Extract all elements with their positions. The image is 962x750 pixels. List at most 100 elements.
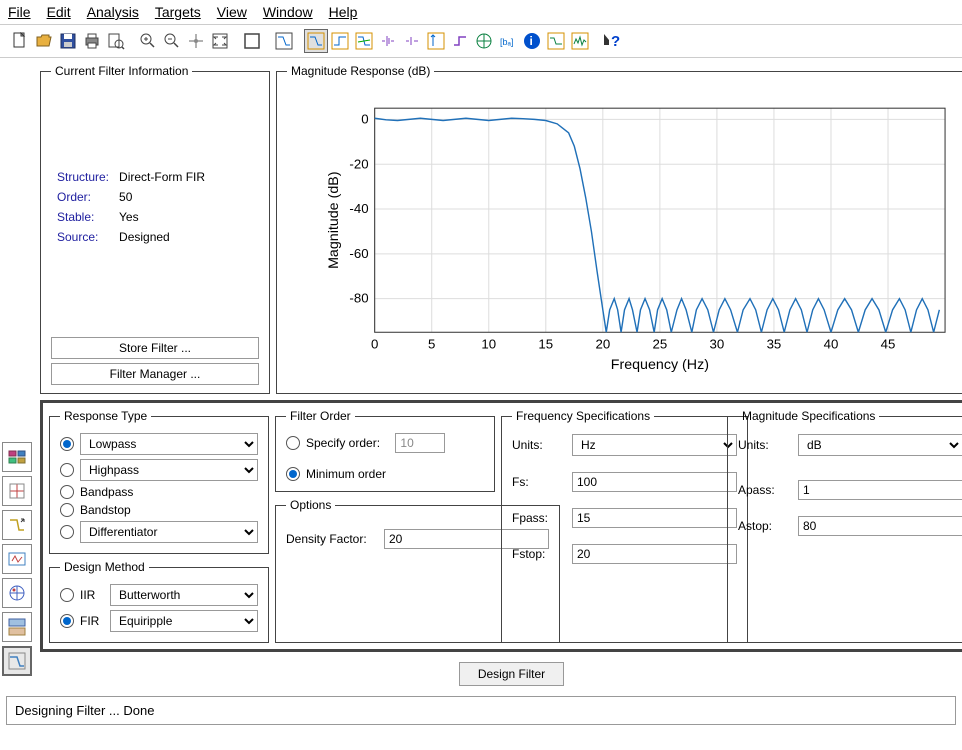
apass-input[interactable] (798, 480, 962, 500)
context-help-icon[interactable]: ? (600, 29, 624, 53)
mag-response-icon[interactable] (304, 29, 328, 53)
differentiator-radio[interactable] (60, 525, 74, 539)
mag-est-icon[interactable] (544, 29, 568, 53)
zoom-in-icon[interactable] (136, 29, 160, 53)
minimum-order-label: Minimum order (306, 467, 386, 481)
side-2-icon[interactable] (2, 476, 32, 506)
svg-text:-60: -60 (349, 246, 368, 261)
lowpass-radio[interactable] (60, 437, 74, 451)
svg-text:Frequency (Hz): Frequency (Hz) (611, 357, 709, 373)
menu-edit[interactable]: Edit (47, 4, 71, 20)
menu-window[interactable]: Window (263, 4, 313, 20)
highpass-select[interactable]: Highpass (80, 459, 258, 481)
specify-order-input (395, 433, 445, 453)
mag-units-select[interactable]: dB (798, 434, 962, 456)
filter-manager-button[interactable]: Filter Manager ... (51, 363, 259, 385)
order-value: 50 (115, 188, 209, 206)
fir-select[interactable]: Equiripple (110, 610, 258, 632)
pole-zero-icon[interactable] (472, 29, 496, 53)
specify-order-label: Specify order: (306, 436, 380, 450)
side-4-icon[interactable] (2, 544, 32, 574)
menu-analysis[interactable]: Analysis (87, 4, 139, 20)
coeffs-icon[interactable]: [bₐ] (496, 29, 520, 53)
fs-label: Fs: (512, 475, 564, 489)
pan-icon[interactable] (184, 29, 208, 53)
status-bar: Designing Filter ... Done (6, 696, 956, 725)
response-type-title: Response Type (60, 409, 151, 423)
filter-spec-icon[interactable] (272, 29, 296, 53)
iir-select[interactable]: Butterworth (110, 584, 258, 606)
svg-text:[bₐ]: [bₐ] (500, 37, 513, 47)
magnitude-chart: 0510152025303540450-20-40-60-80Frequency… (307, 98, 962, 373)
menu-file[interactable]: File (8, 4, 31, 20)
save-icon[interactable] (56, 29, 80, 53)
group-delay-icon[interactable] (376, 29, 400, 53)
phase-response-icon[interactable] (328, 29, 352, 53)
svg-text:-20: -20 (349, 156, 368, 171)
mag-spec-title: Magnitude Specifications (738, 409, 879, 423)
toolbar: [bₐ] i ? (0, 25, 962, 58)
side-5-icon[interactable] (2, 578, 32, 608)
freq-units-select[interactable]: Hz (572, 434, 737, 456)
bandpass-radio[interactable] (60, 485, 74, 499)
fir-radio[interactable] (60, 614, 74, 628)
source-value: Designed (115, 228, 209, 246)
fs-input[interactable] (572, 472, 737, 492)
menu-targets[interactable]: Targets (155, 4, 201, 20)
svg-text:0: 0 (361, 111, 368, 126)
svg-text:15: 15 (538, 337, 553, 352)
fir-label: FIR (80, 614, 104, 628)
phase-delay-icon[interactable] (400, 29, 424, 53)
print-icon[interactable] (80, 29, 104, 53)
svg-text:40: 40 (824, 337, 839, 352)
filter-order-panel: Filter Order Specify order: Minimum orde… (275, 409, 495, 492)
stable-value: Yes (115, 208, 209, 226)
svg-text:45: 45 (881, 337, 896, 352)
menu-bar: File Edit Analysis Targets View Window H… (0, 0, 962, 25)
zoom-out-icon[interactable] (160, 29, 184, 53)
specify-order-radio[interactable] (286, 436, 300, 450)
full-view-icon[interactable] (240, 29, 264, 53)
menu-help[interactable]: Help (329, 4, 358, 20)
svg-text:30: 30 (710, 337, 725, 352)
fpass-input[interactable] (572, 508, 737, 528)
design-grid: Response Type Lowpass Highpass Bandpass … (40, 400, 962, 652)
mag-phase-icon[interactable] (352, 29, 376, 53)
side-7-icon[interactable] (2, 646, 32, 676)
filter-order-title: Filter Order (286, 409, 355, 423)
noise-icon[interactable] (568, 29, 592, 53)
lowpass-select[interactable]: Lowpass (80, 433, 258, 455)
mag-panel-title: Magnitude Response (dB) (287, 64, 434, 78)
new-icon[interactable] (8, 29, 32, 53)
side-3-icon[interactable] (2, 510, 32, 540)
iir-label: IIR (80, 588, 104, 602)
minimum-order-radio[interactable] (286, 467, 300, 481)
svg-text:i: i (530, 34, 533, 48)
astop-input[interactable] (798, 516, 962, 536)
side-6-icon[interactable] (2, 612, 32, 642)
filter-info-panel: Current Filter Information Structure:Dir… (40, 64, 270, 394)
fit-icon[interactable] (208, 29, 232, 53)
impulse-icon[interactable] (424, 29, 448, 53)
bandpass-label: Bandpass (80, 485, 133, 499)
iir-radio[interactable] (60, 588, 74, 602)
info-icon[interactable]: i (520, 29, 544, 53)
mag-units-label: Units: (738, 438, 790, 452)
highpass-radio[interactable] (60, 463, 74, 477)
print-preview-icon[interactable] (104, 29, 128, 53)
bandstop-radio[interactable] (60, 503, 74, 517)
differentiator-select[interactable]: Differentiator (80, 521, 258, 543)
step-icon[interactable] (448, 29, 472, 53)
store-filter-button[interactable]: Store Filter ... (51, 337, 259, 359)
svg-text:5: 5 (428, 337, 435, 352)
open-icon[interactable] (32, 29, 56, 53)
freq-spec-panel: Frequency Specifications Units:Hz Fs: Fp… (501, 409, 748, 643)
side-1-icon[interactable] (2, 442, 32, 472)
fpass-label: Fpass: (512, 511, 564, 525)
menu-view[interactable]: View (217, 4, 247, 20)
svg-text:35: 35 (767, 337, 782, 352)
fstop-input[interactable] (572, 544, 737, 564)
design-filter-button[interactable]: Design Filter (459, 662, 564, 686)
freq-spec-title: Frequency Specifications (512, 409, 654, 423)
order-label: Order: (53, 188, 113, 206)
